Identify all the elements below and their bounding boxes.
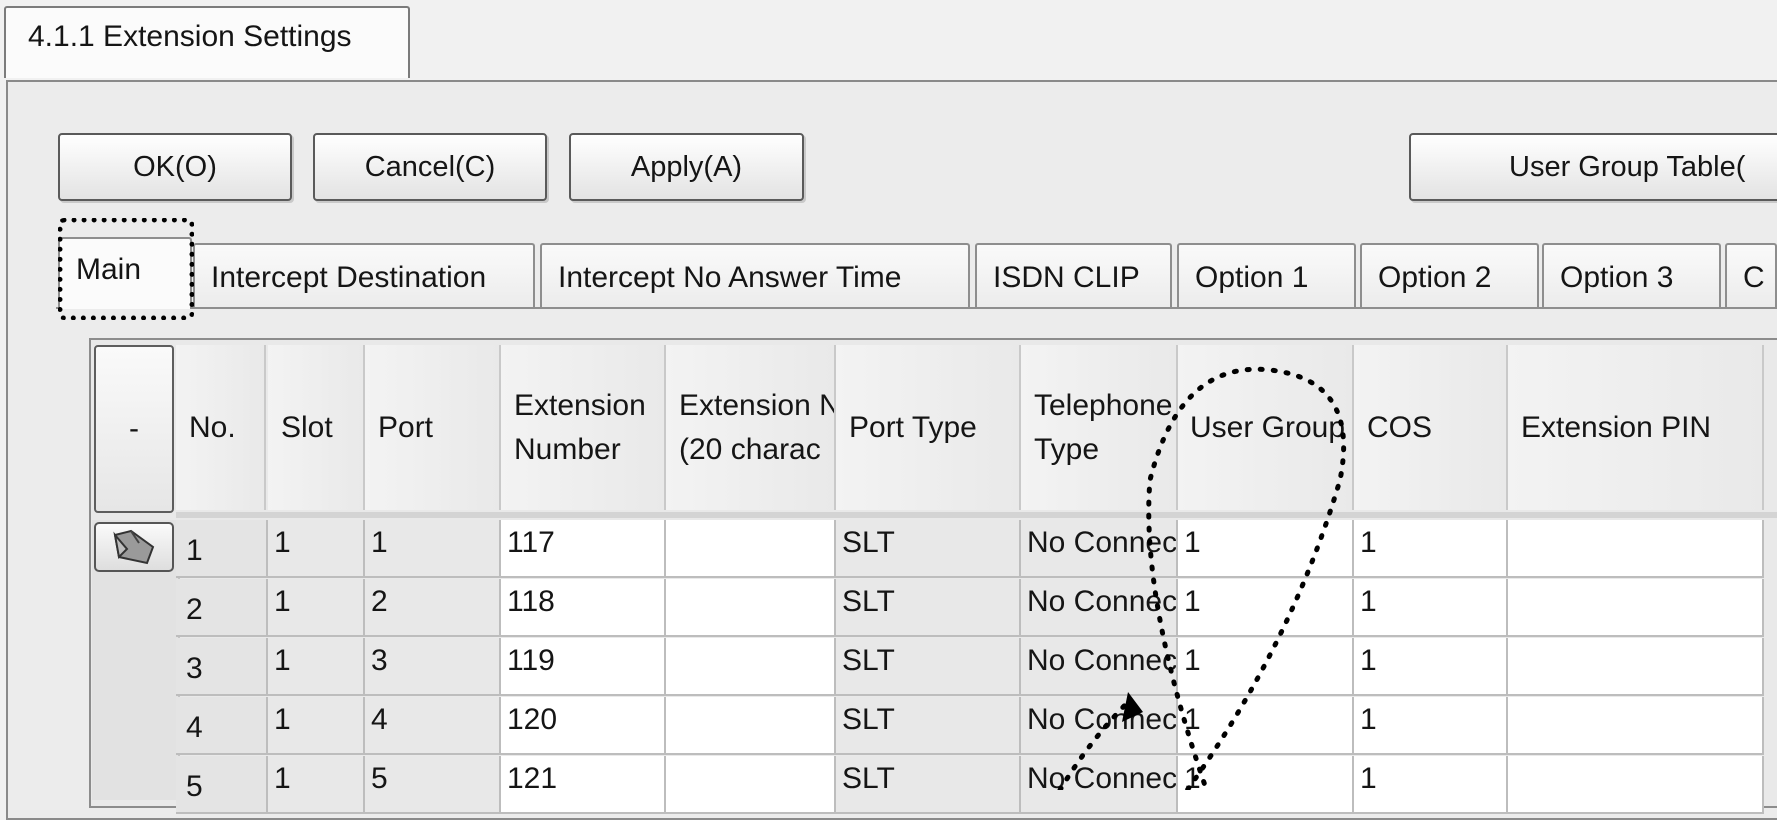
focus-indicator [58,218,194,320]
ok-button[interactable]: OK(O) [58,133,292,201]
cell-no: 2 [176,579,268,637]
cell-no: 5 [176,756,268,814]
column-header-extension-number[interactable]: Extension Number [501,345,666,510]
cell-pin[interactable] [1508,697,1764,755]
cell-no: 4 [176,697,268,755]
cell-slot[interactable]: 1 [268,697,365,755]
user-group-table-button[interactable]: User Group Table( [1409,133,1777,201]
cell-ext[interactable]: 121 [501,756,666,814]
tab-option-3[interactable]: Option 3 [1542,243,1721,307]
header-separator [176,512,1777,518]
cell-port-type[interactable]: SLT [836,756,1021,814]
column-header-telephone-type[interactable]: Telephone Type [1021,345,1178,510]
column-header-no[interactable]: No. [176,345,266,510]
cell-user-group[interactable]: 1 [1178,520,1354,578]
cell-ext[interactable]: 120 [501,697,666,755]
column-header-extension-name[interactable]: Extension N (20 charac [666,345,836,510]
cell-user-group[interactable]: 1 [1178,638,1354,696]
tab-strip-baseline [56,307,1777,309]
page-title-tab[interactable]: 4.1.1 Extension Settings [4,6,410,78]
select-all-corner-button[interactable]: - [94,345,174,513]
cell-user-group[interactable]: 1 [1178,756,1354,814]
tab-intercept-no-answer-time[interactable]: Intercept No Answer Time [540,243,970,307]
cell-slot[interactable]: 1 [268,579,365,637]
cell-user-group[interactable]: 1 [1178,697,1354,755]
cell-port-type[interactable]: SLT [836,579,1021,637]
column-header-extension-name-line2: (20 charac [679,432,821,466]
cell-no: 1 [176,520,268,578]
current-row-marker[interactable] [94,522,174,572]
tab-intercept-destination[interactable]: Intercept Destination [193,243,535,307]
column-header-port[interactable]: Port [365,345,501,510]
tab-isdn-clip[interactable]: ISDN CLIP [975,243,1172,307]
cell-cos[interactable]: 1 [1354,756,1508,814]
folder-edit-icon [113,529,155,565]
column-header-cos[interactable]: COS [1354,345,1508,510]
column-header-telephone-type-line2: Type [1034,432,1100,466]
cell-tel-type[interactable]: No Connect [1021,579,1178,637]
cancel-button[interactable]: Cancel(C) [313,133,547,201]
cell-name[interactable] [666,756,836,814]
cell-cos[interactable]: 1 [1354,520,1508,578]
apply-button[interactable]: Apply(A) [569,133,804,201]
cell-pin[interactable] [1508,579,1764,637]
cell-slot[interactable]: 1 [268,638,365,696]
column-header-user-group[interactable]: User Group [1178,345,1354,510]
column-header-telephone-type-line1: Telephone [1034,388,1173,422]
column-header-port-type[interactable]: Port Type [836,345,1021,510]
cell-name[interactable] [666,520,836,578]
cell-cos[interactable]: 1 [1354,579,1508,637]
column-header-slot[interactable]: Slot [268,345,365,510]
cell-pin[interactable] [1508,520,1764,578]
cell-pin[interactable] [1508,638,1764,696]
cell-tel-type[interactable]: No Connect [1021,756,1178,814]
cell-ext[interactable]: 117 [501,520,666,578]
cell-port[interactable]: 1 [365,520,501,578]
cell-port[interactable]: 2 [365,579,501,637]
cell-name[interactable] [666,579,836,637]
cell-pin[interactable] [1508,756,1764,814]
column-header-extension-number-line2: Number [514,432,621,466]
cell-slot[interactable]: 1 [268,520,365,578]
cell-port-type[interactable]: SLT [836,638,1021,696]
cell-cos[interactable]: 1 [1354,638,1508,696]
column-header-extension-pin[interactable]: Extension PIN [1508,345,1764,510]
cell-port-type[interactable]: SLT [836,697,1021,755]
column-header-extension-number-line1: Extension [514,388,646,422]
cell-port[interactable]: 5 [365,756,501,814]
page-title: 4.1.1 Extension Settings [28,20,352,53]
cell-tel-type[interactable]: No Connect [1021,638,1178,696]
cell-ext[interactable]: 118 [501,579,666,637]
tab-next-partial[interactable]: C [1725,243,1777,307]
cell-slot[interactable]: 1 [268,756,365,814]
cell-cos[interactable]: 1 [1354,697,1508,755]
column-header-extension-name-line1: Extension N [679,388,836,422]
cell-port-type[interactable]: SLT [836,520,1021,578]
cell-port[interactable]: 3 [365,638,501,696]
cell-port[interactable]: 4 [365,697,501,755]
cell-tel-type[interactable]: No Connect [1021,697,1178,755]
cell-tel-type[interactable]: No Connect [1021,520,1178,578]
cell-user-group[interactable]: 1 [1178,579,1354,637]
tab-option-1[interactable]: Option 1 [1177,243,1356,307]
cell-name[interactable] [666,697,836,755]
cell-no: 3 [176,638,268,696]
cell-name[interactable] [666,638,836,696]
cell-ext[interactable]: 119 [501,638,666,696]
tab-option-2[interactable]: Option 2 [1360,243,1539,307]
